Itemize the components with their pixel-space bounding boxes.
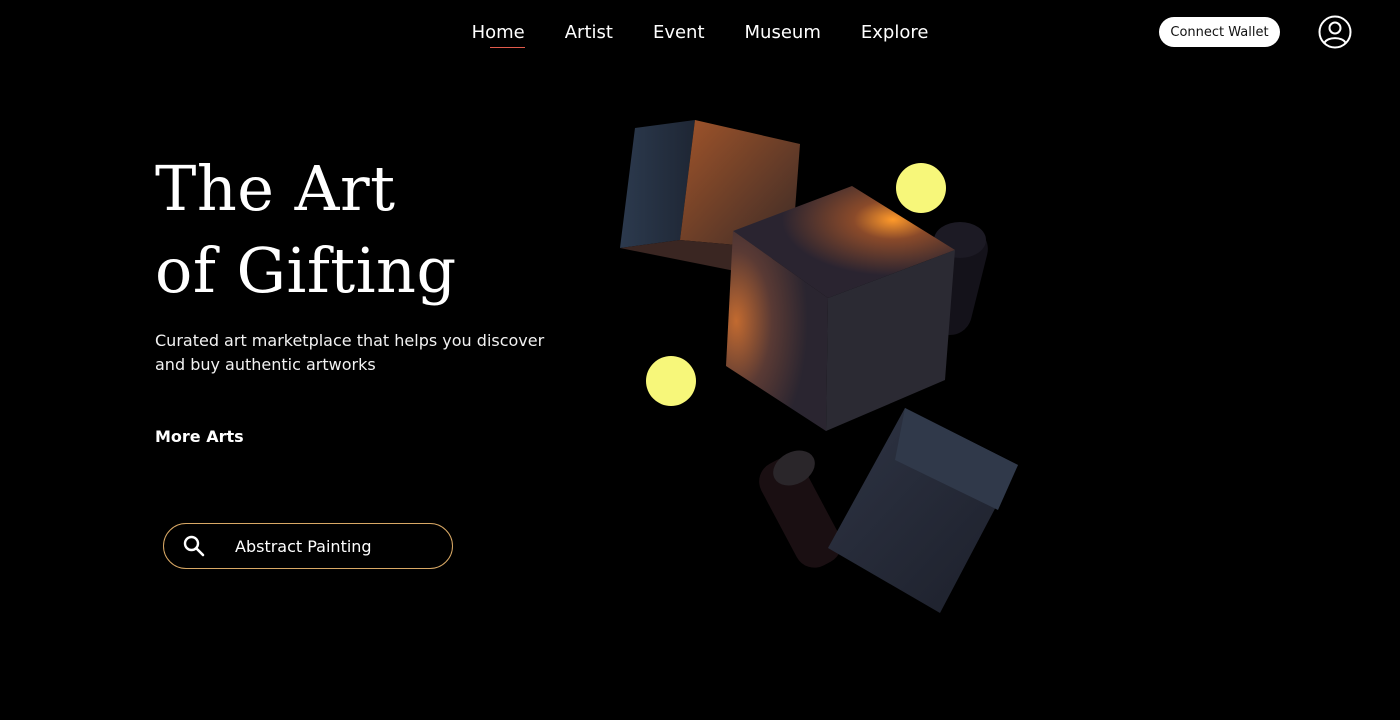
lower-cube xyxy=(828,408,1018,613)
hero-3d-artwork xyxy=(620,120,1018,613)
dark-cylinder-lower xyxy=(759,450,842,568)
user-circle-icon[interactable] xyxy=(1318,15,1352,49)
hero-title-line-2: of Gifting xyxy=(155,234,457,307)
more-arts-link[interactable]: More Arts xyxy=(155,427,244,446)
hero-title: The Art of Gifting xyxy=(155,148,457,312)
nav-item-explore[interactable]: Explore xyxy=(861,20,929,46)
connect-wallet-button[interactable]: Connect Wallet xyxy=(1159,17,1280,47)
nav-item-artist[interactable]: Artist xyxy=(565,20,613,46)
search-icon xyxy=(183,535,205,557)
search-input[interactable] xyxy=(233,535,437,557)
glowing-orb-left xyxy=(646,356,696,406)
nav-item-event[interactable]: Event xyxy=(653,20,705,46)
glowing-orb-top xyxy=(896,163,946,213)
nav-item-home[interactable]: Home xyxy=(472,20,525,48)
search-box[interactable] xyxy=(163,523,453,569)
hero-description: Curated art marketplace that helps you d… xyxy=(155,331,545,374)
hero-title-line-1: The Art xyxy=(155,152,396,225)
main-cube xyxy=(726,186,955,431)
nav-item-museum[interactable]: Museum xyxy=(745,20,821,46)
